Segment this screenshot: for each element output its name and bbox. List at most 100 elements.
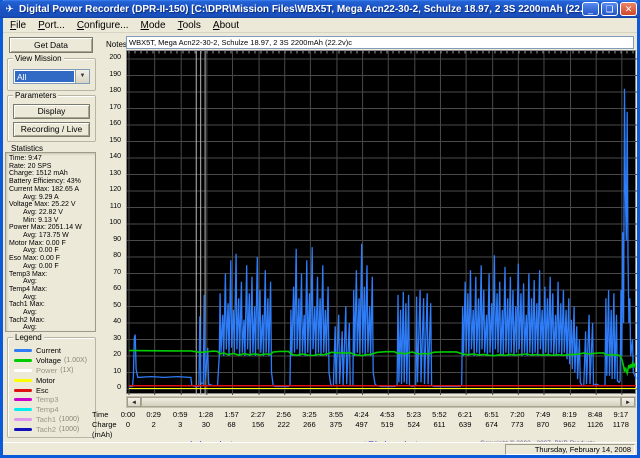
legend-item-tach2[interactable]: Tach2(1000) xyxy=(14,424,92,434)
stat-line: Charge: 1512 mAh xyxy=(9,170,95,178)
recording-live-button[interactable]: Recording / Live xyxy=(13,122,90,137)
legend-item-motor[interactable]: Motor xyxy=(14,375,92,385)
y-axis-label: 160 xyxy=(100,120,121,127)
stat-line: Avg: 0.00 F xyxy=(9,247,95,255)
legend-swatch-icon xyxy=(14,379,32,382)
legend-name: Voltage xyxy=(36,356,61,365)
y-axis-label: 180 xyxy=(100,87,121,94)
charge-tick-row: 0233068156222266375497519524611639674773… xyxy=(126,420,638,429)
menu-item-about[interactable]: About xyxy=(208,19,246,32)
y-axis-label: 200 xyxy=(100,54,121,61)
y-axis-label: 10 xyxy=(100,368,121,375)
y-axis-label: 120 xyxy=(100,186,121,193)
stat-line: Time: 9:47 xyxy=(9,155,95,163)
menu-item-mode[interactable]: Mode xyxy=(136,19,173,32)
legend-item-temp3[interactable]: Temp3 xyxy=(14,395,92,405)
stat-line: Avg: 0.00 F xyxy=(9,263,95,271)
legend-item-current[interactable]: Current xyxy=(14,346,92,356)
legend-swatch-icon xyxy=(14,428,32,431)
chart-panel: Notes WBX5T, Mega Acn22-30-2, Schulze 18… xyxy=(100,33,637,442)
y-axis-label: 150 xyxy=(100,137,121,144)
time-tick-label: 4:24 xyxy=(354,410,369,419)
scroll-right-icon[interactable]: ► xyxy=(621,397,635,407)
stat-line: Tach1 Max: xyxy=(9,301,95,309)
time-tick-label: 0:59 xyxy=(173,410,188,419)
status-bar: Thursday, February 14, 2008 xyxy=(3,442,637,455)
stat-line: Avg: 173.75 W xyxy=(9,232,95,240)
time-tick-label: 8:48 xyxy=(588,410,603,419)
menu-item-configure[interactable]: Configure... xyxy=(72,19,136,32)
scroll-left-icon[interactable]: ◄ xyxy=(127,397,141,407)
plot-area[interactable] xyxy=(126,50,636,394)
menu-item-file[interactable]: File xyxy=(5,19,33,32)
scrollbar-thumb[interactable] xyxy=(141,397,621,407)
charge-tick-label: 68 xyxy=(227,420,235,429)
legend-scale: (1X) xyxy=(60,367,73,374)
close-button[interactable]: ✕ xyxy=(620,2,637,16)
y-axis-labels: 0102030405060708090100110120130140150160… xyxy=(100,50,123,394)
window-title: Digital Power Recorder (DPR-II-150) [C:\… xyxy=(19,4,582,15)
status-date: Thursday, February 14, 2008 xyxy=(505,444,635,455)
charge-tick-label: 0 xyxy=(126,420,130,429)
time-tick-label: 5:52 xyxy=(432,410,447,419)
legend-group: Legend CurrentVoltage(1.00X)Power(1X)Mot… xyxy=(7,337,96,438)
restore-button[interactable]: ❏ xyxy=(601,2,618,16)
legend-scale: (1.00X) xyxy=(64,357,87,364)
horizontal-scrollbar[interactable]: ◄ ► xyxy=(126,396,636,408)
y-axis-label: 40 xyxy=(100,318,121,325)
menu-item-tools[interactable]: Tools xyxy=(173,19,208,32)
legend-name: Motor xyxy=(36,376,55,385)
legend-scale: (1000) xyxy=(59,426,79,433)
legend-name: Temp4 xyxy=(36,405,59,414)
charge-tick-label: 962 xyxy=(563,420,576,429)
stat-line: Avg: 22.82 V xyxy=(9,209,95,217)
menu-item-port[interactable]: Port... xyxy=(33,19,72,32)
time-tick-label: 9:17 xyxy=(614,410,629,419)
y-axis-label: 80 xyxy=(100,252,121,259)
notes-input[interactable]: WBX5T, Mega Acn22-30-2, Schulze 18.97, 2… xyxy=(126,36,634,49)
y-axis-label: 140 xyxy=(100,153,121,160)
chart-svg xyxy=(127,51,637,395)
charge-tick-label: 2 xyxy=(152,420,156,429)
time-tick-label: 0:29 xyxy=(146,410,161,419)
y-axis-label: 0 xyxy=(100,384,121,391)
legend-item-tach1[interactable]: Tach1(1000) xyxy=(14,415,92,425)
stat-line: Eso Max: 0.00 F xyxy=(9,255,95,263)
legend-name: Current xyxy=(36,346,61,355)
y-axis-label: 50 xyxy=(100,302,121,309)
get-data-button[interactable]: Get Data xyxy=(9,37,93,53)
legend-item-temp4[interactable]: Temp4 xyxy=(14,405,92,415)
y-axis-label: 170 xyxy=(100,104,121,111)
time-tick-label: 2:27 xyxy=(251,410,266,419)
stat-line: Avg: xyxy=(9,324,95,332)
charge-tick-label: 30 xyxy=(202,420,210,429)
chevron-down-icon[interactable]: ▼ xyxy=(75,70,89,83)
charge-tick-label: 266 xyxy=(303,420,316,429)
time-tick-label: 0:00 xyxy=(121,410,136,419)
legend-item-esc[interactable]: Esc xyxy=(14,385,92,395)
legend-swatch-icon xyxy=(14,369,32,372)
legend-name: Esc xyxy=(36,386,49,395)
stat-line: Power Max: 2051.14 W xyxy=(9,224,95,232)
y-axis-label: 30 xyxy=(100,335,121,342)
charge-axis-label: Charge xyxy=(92,420,126,429)
charge-tick-label: 519 xyxy=(381,420,394,429)
y-axis-label: 190 xyxy=(100,71,121,78)
legend-name: Tach1 xyxy=(36,415,56,424)
y-axis-label: 110 xyxy=(100,203,121,210)
charge-tick-label: 156 xyxy=(252,420,265,429)
charge-tick-label: 1178 xyxy=(613,420,629,429)
stat-line: Avg: xyxy=(9,309,95,317)
time-tick-label: 7:20 xyxy=(510,410,525,419)
legend-rows: CurrentVoltage(1.00X)Power(1X)MotorEscTe… xyxy=(14,346,92,434)
charge-tick-label: 773 xyxy=(511,420,524,429)
legend-item-voltage[interactable]: Voltage(1.00X) xyxy=(14,356,92,366)
view-mission-group: View Mission All ▼ xyxy=(7,58,96,91)
view-mission-dropdown[interactable]: All ▼ xyxy=(13,69,90,84)
charge-tick-label: 524 xyxy=(408,420,421,429)
time-tick-label: 1:28 xyxy=(199,410,214,419)
display-button[interactable]: Display xyxy=(13,104,90,119)
legend-item-power[interactable]: Power(1X) xyxy=(14,366,92,376)
y-axis-label: 90 xyxy=(100,236,121,243)
minimize-button[interactable]: _ xyxy=(582,2,599,16)
